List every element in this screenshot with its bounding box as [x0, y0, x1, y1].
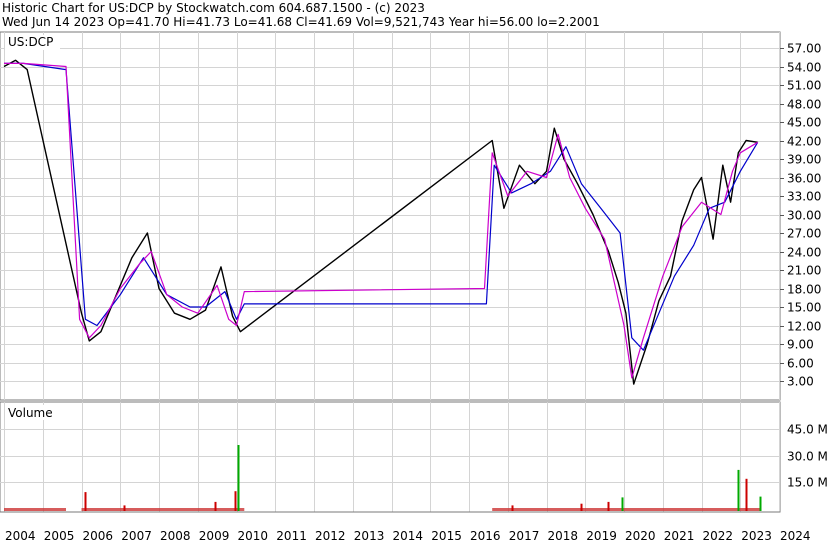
historic-chart: 57.00 54.00 51.00 48.00 45.00 42.00 39.00 36.00…	[0, 31, 828, 543]
price-tick-label: 42.00	[787, 135, 821, 149]
x-tick-label: 2014	[393, 529, 424, 543]
x-tick-label: 2011	[276, 529, 307, 543]
price-tick-label: 39.00	[787, 153, 821, 167]
price-tick-label: 48.00	[787, 98, 821, 112]
volume-label: Volume	[8, 406, 53, 420]
x-tick-label: 2013	[354, 529, 385, 543]
price-tick-label: 12.00	[787, 320, 821, 334]
x-tick-label: 2023	[741, 529, 772, 543]
price-y-axis: 57.00 54.00 51.00 48.00 45.00 42.00 39.00 36.00…	[780, 42, 821, 389]
price-tick-label: 36.00	[787, 172, 821, 186]
volume-tick-label: 15.0 M	[787, 476, 828, 490]
price-tick-label: 27.00	[787, 227, 821, 241]
x-tick-label: 2007	[121, 529, 152, 543]
x-tick-label: 2022	[703, 529, 734, 543]
price-tick-label: 45.00	[787, 116, 821, 130]
x-tick-label: 2004	[5, 529, 36, 543]
x-tick-label: 2006	[83, 529, 114, 543]
x-tick-label: 2010	[238, 529, 269, 543]
x-tick-label: 2012	[315, 529, 346, 543]
x-axis: 2004 2005 2006 2007 2008 2009 2010 2011 2012 2013…	[5, 529, 811, 543]
x-tick-label: 2017	[509, 529, 540, 543]
volume-baseline-bars	[4, 508, 66, 511]
price-tick-label: 15.00	[787, 301, 821, 315]
x-tick-label: 2024	[780, 529, 811, 543]
x-tick-label: 2005	[44, 529, 75, 543]
ticker-label: US:DCP	[8, 35, 53, 49]
volume-baseline-bars	[492, 508, 760, 511]
volume-y-axis: 45.0 M 30.0 M 15.0 M	[787, 423, 828, 490]
x-tick-label: 2016	[470, 529, 501, 543]
volume-baseline-bars	[81, 508, 245, 511]
price-tick-label: 21.00	[787, 264, 821, 278]
x-tick-label: 2018	[548, 529, 579, 543]
price-tick-label: 30.00	[787, 209, 821, 223]
x-tick-label: 2021	[664, 529, 695, 543]
x-tick-label: 2008	[160, 529, 191, 543]
volume-tick-label: 30.0 M	[787, 450, 828, 464]
price-tick-label: 57.00	[787, 42, 821, 56]
x-tick-label: 2009	[199, 529, 230, 543]
price-tick-label: 33.00	[787, 190, 821, 204]
x-tick-label: 2015	[431, 529, 462, 543]
price-tick-label: 6.00	[787, 357, 814, 371]
price-tick-label: 24.00	[787, 246, 821, 260]
price-tick-label: 3.00	[787, 375, 814, 389]
price-tick-label: 54.00	[787, 61, 821, 75]
price-tick-label: 9.00	[787, 338, 814, 352]
volume-tick-label: 45.0 M	[787, 423, 828, 437]
price-tick-label: 51.00	[787, 79, 821, 93]
x-tick-label: 2020	[625, 529, 656, 543]
price-tick-label: 18.00	[787, 283, 821, 297]
x-tick-label: 2019	[586, 529, 617, 543]
